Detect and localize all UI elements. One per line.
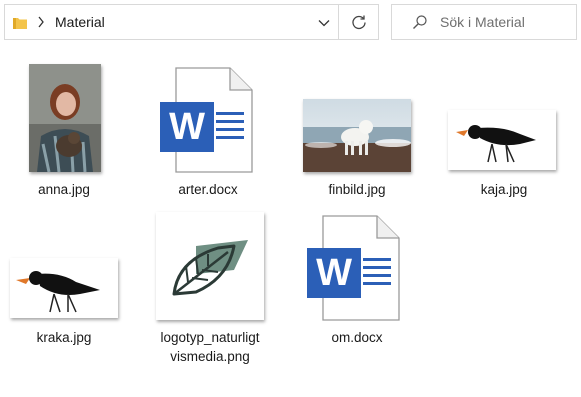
address-dropdown-button[interactable] [316,15,332,31]
search-icon [413,15,427,29]
refresh-button[interactable] [339,4,379,40]
word-document-icon: W [307,215,400,321]
image-thumbnail [10,258,118,318]
file-name-line2: vismedia.png [170,349,250,364]
file-item-anna[interactable]: anna.jpg [4,58,124,208]
refresh-icon [351,15,366,30]
chevron-down-icon [318,20,330,27]
file-item-om[interactable]: W om.docx [297,210,417,350]
file-item-kaja[interactable]: kaja.jpg [444,58,564,208]
image-thumbnail [448,110,556,170]
file-name: logotyp_naturligt vismedia.png [140,328,280,366]
file-item-logotyp[interactable]: logotyp_naturligt vismedia.png [150,210,270,370]
address-bar[interactable]: Material [4,4,339,40]
file-item-arter[interactable]: W arter.docx [148,58,268,208]
image-thumbnail [156,212,264,320]
file-name: anna.jpg [38,182,90,197]
file-name: om.docx [331,330,383,345]
search-input[interactable] [440,14,570,30]
chevron-right-icon[interactable] [37,16,45,28]
file-name: finbild.jpg [328,182,386,197]
search-box[interactable] [391,4,577,40]
file-item-finbild[interactable]: finbild.jpg [297,58,417,208]
word-document-icon: W [160,67,253,173]
file-name: kraka.jpg [36,330,92,345]
file-item-kraka[interactable]: kraka.jpg [4,210,124,350]
svg-text:W: W [316,252,352,294]
file-name: arter.docx [178,182,238,197]
photo-thumbnail [303,99,411,172]
breadcrumb-current[interactable]: Material [55,14,105,30]
photo-thumbnail [29,64,101,172]
folder-icon [13,17,27,29]
file-name-line1: logotyp_naturligt [160,330,260,345]
file-name: kaja.jpg [480,182,528,197]
svg-text:W: W [169,106,205,148]
